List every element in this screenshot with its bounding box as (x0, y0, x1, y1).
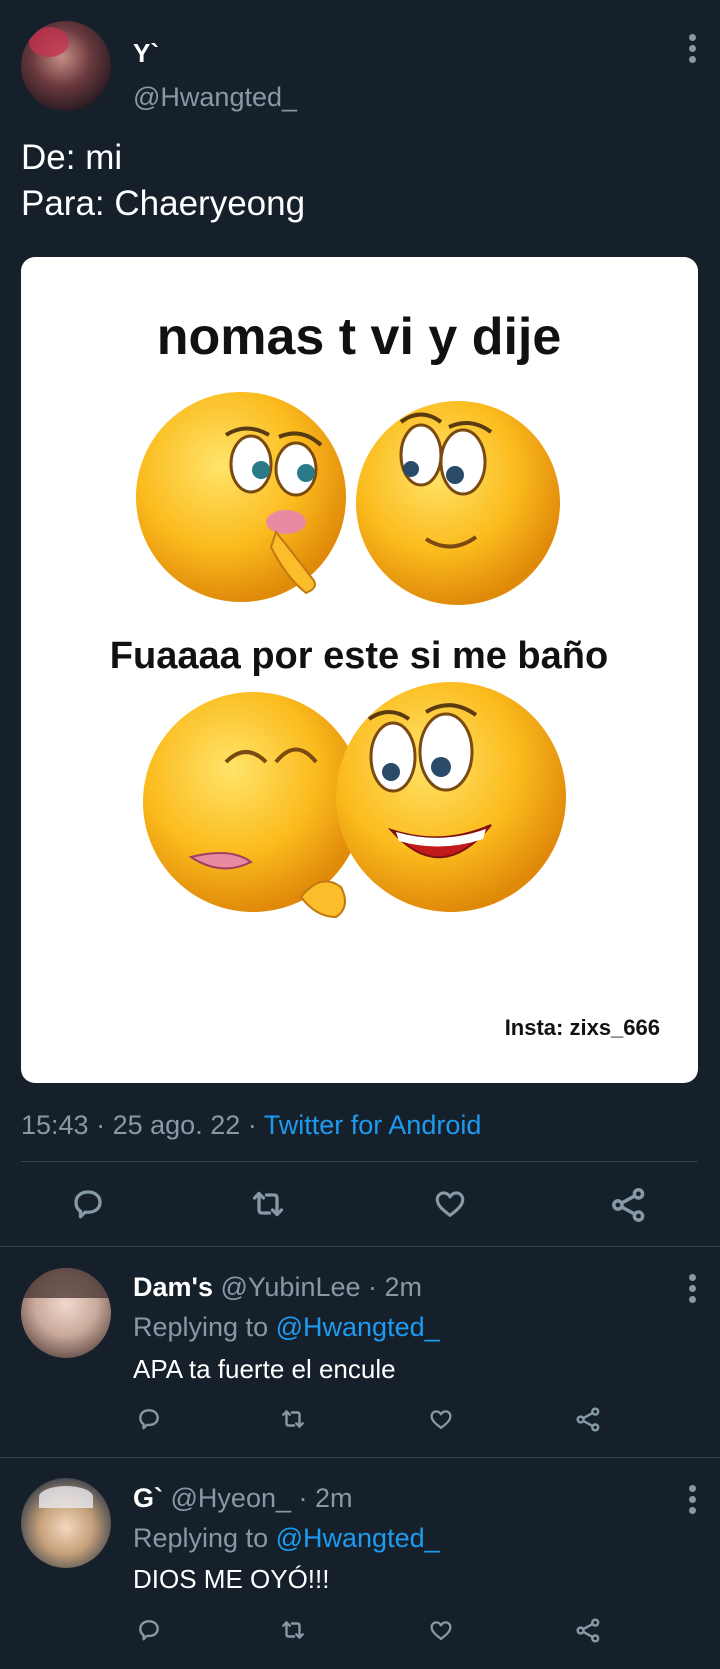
share-button[interactable] (610, 1186, 648, 1229)
emoji-shy-face (136, 392, 346, 602)
reply-1-display-name[interactable]: Dam's (133, 1272, 213, 1302)
tweet-text-line-2: Para: Chaeryeong (21, 184, 306, 223)
emoji-happy-face (356, 401, 560, 605)
reply-1-header: Dam's @YubinLee · 2m (133, 1272, 422, 1303)
author-avatar[interactable] (21, 21, 111, 111)
reply-icon (139, 1409, 159, 1430)
reply-1-share-button[interactable] (575, 1406, 602, 1438)
reply-2-handle[interactable]: @Hyeon_ (171, 1483, 291, 1513)
reply-2-retweet-button[interactable] (279, 1617, 307, 1648)
share-icon (612, 1188, 645, 1222)
like-icon (435, 1191, 465, 1217)
separator: · (247, 1110, 257, 1140)
author-handle[interactable]: @Hwangted_ (133, 82, 297, 113)
replying-to-label: Replying to (133, 1523, 269, 1553)
more-icon[interactable] (689, 34, 697, 67)
reply-icon (139, 1620, 159, 1641)
reply-divider (0, 1457, 720, 1458)
reply-2-like-button[interactable] (428, 1618, 454, 1648)
retweet-icon (252, 1191, 284, 1217)
reply-2-text: DIOS ME OYÓ!!! (133, 1564, 330, 1594)
reply-1-replying-to: Replying to @Hwangted_ (133, 1312, 440, 1343)
reply-1-time: · 2m (368, 1272, 423, 1302)
share-icon (576, 1407, 600, 1432)
like-icon (430, 1410, 452, 1429)
tweet-media-image[interactable]: nomas t vi y dije Fuaaaa por este si me … (21, 257, 698, 1083)
reply-2-reply-button[interactable] (136, 1617, 162, 1648)
reply-2-header: G` @Hyeon_ · 2m (133, 1483, 353, 1514)
reply-1-reply-button[interactable] (136, 1406, 162, 1437)
reply-2-share-button[interactable] (575, 1617, 602, 1649)
reply-1-like-button[interactable] (428, 1407, 454, 1437)
more-icon[interactable] (689, 1485, 697, 1518)
retweet-icon (282, 1410, 304, 1428)
retweet-button[interactable] (249, 1186, 287, 1227)
replying-to-handle[interactable]: @Hwangted_ (276, 1312, 440, 1342)
emoji-wink-face (143, 692, 363, 912)
share-icon (576, 1618, 600, 1643)
separator: · (96, 1110, 106, 1140)
reply-button[interactable] (70, 1186, 106, 1227)
author-display-name[interactable]: Y` (133, 38, 159, 69)
reply-2-avatar[interactable] (21, 1478, 111, 1568)
replying-to-label: Replying to (133, 1312, 269, 1342)
timestamp-divider (21, 1161, 698, 1162)
reply-1-text: APA ta fuerte el encule (133, 1354, 396, 1384)
meme-middle-text: Fuaaaa por este si me baño (109, 635, 609, 677)
reply-2-display-name[interactable]: G` (133, 1483, 163, 1513)
retweet-icon (282, 1621, 304, 1639)
replying-to-handle[interactable]: @Hwangted_ (276, 1523, 440, 1553)
actions-divider (0, 1246, 720, 1247)
emoji-laughing-face (299, 682, 566, 919)
tweet-source-link[interactable]: Twitter for Android (264, 1110, 482, 1140)
like-icon (430, 1621, 452, 1640)
reply-2-replying-to: Replying to @Hwangted_ (133, 1523, 440, 1554)
reply-1-handle[interactable]: @YubinLee (220, 1272, 360, 1302)
more-icon[interactable] (689, 1274, 697, 1307)
tweet-text-line-1: De: mi (21, 138, 123, 177)
reply-icon (74, 1190, 102, 1219)
tweet-time[interactable]: 15:43 (21, 1110, 89, 1140)
like-button[interactable] (432, 1187, 468, 1226)
meme-credit: Insta: zixs_666 (504, 1015, 660, 1040)
tweet-date[interactable]: 25 ago. 22 (113, 1110, 241, 1140)
reply-1-retweet-button[interactable] (279, 1406, 307, 1437)
reply-2-time: · 2m (298, 1483, 353, 1513)
reply-1-avatar[interactable] (21, 1268, 111, 1358)
tweet-timestamp: 15:43 · 25 ago. 22 · Twitter for Android (21, 1110, 481, 1141)
